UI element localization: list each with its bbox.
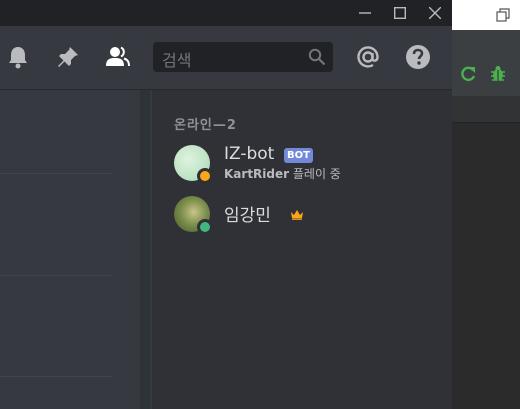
minimize-button[interactable] (348, 0, 382, 26)
activity-suffix: 플레이 중 (289, 167, 341, 181)
bot-badge: BOT (284, 148, 313, 163)
search-placeholder: 검색 (162, 51, 192, 70)
pinned-messages-button[interactable] (54, 43, 82, 71)
message-divider (0, 173, 112, 174)
member-activity: KartRider 플레이 중 (224, 165, 341, 182)
member-section-title: 온라인—2 (174, 118, 237, 133)
help-icon (406, 45, 430, 69)
at-icon (357, 46, 379, 68)
crown-icon (291, 210, 303, 220)
status-idle-icon (197, 168, 213, 184)
bell-icon (9, 47, 27, 69)
refresh-icon[interactable] (458, 64, 478, 84)
members-icon (106, 46, 130, 67)
member-item-lim-kang-min[interactable]: 임강민 (174, 196, 444, 236)
message-divider (0, 376, 112, 377)
message-divider (0, 275, 112, 276)
close-icon (429, 7, 441, 19)
background-window (452, 0, 520, 409)
notification-bell-button[interactable] (4, 43, 32, 71)
member-list: 온라인—2 IZ-bot BOT KartRider 플레이 중 임강민 (152, 90, 452, 409)
mentions-button[interactable] (354, 43, 382, 71)
pin-icon (58, 47, 78, 67)
close-button[interactable] (418, 0, 452, 26)
bug-icon[interactable] (488, 64, 508, 84)
member-item-iz-bot[interactable]: IZ-bot BOT KartRider 플레이 중 (174, 144, 444, 185)
activity-game: KartRider (224, 167, 290, 181)
chat-area (0, 90, 140, 409)
member-list-toggle-button[interactable] (104, 43, 132, 71)
search-input[interactable]: 검색 (153, 42, 333, 72)
maximize-button[interactable] (383, 0, 417, 26)
chat-scrollbar[interactable] (140, 90, 150, 409)
status-online-icon (197, 219, 213, 235)
minimize-icon (359, 12, 371, 14)
member-name: 임강민 (224, 206, 271, 226)
discord-window: 검색 온라인—2 IZ-bot BOT KartRider 플레이 중 임강민 (0, 0, 452, 409)
member-name: IZ-bot (224, 144, 275, 164)
background-window-toolbar (452, 30, 520, 56)
maximize-icon (394, 7, 406, 19)
background-window-tab-row (452, 96, 520, 123)
search-icon (308, 48, 326, 66)
help-button[interactable] (404, 43, 432, 71)
restore-icon[interactable] (496, 8, 510, 22)
window-titlebar (0, 0, 452, 26)
